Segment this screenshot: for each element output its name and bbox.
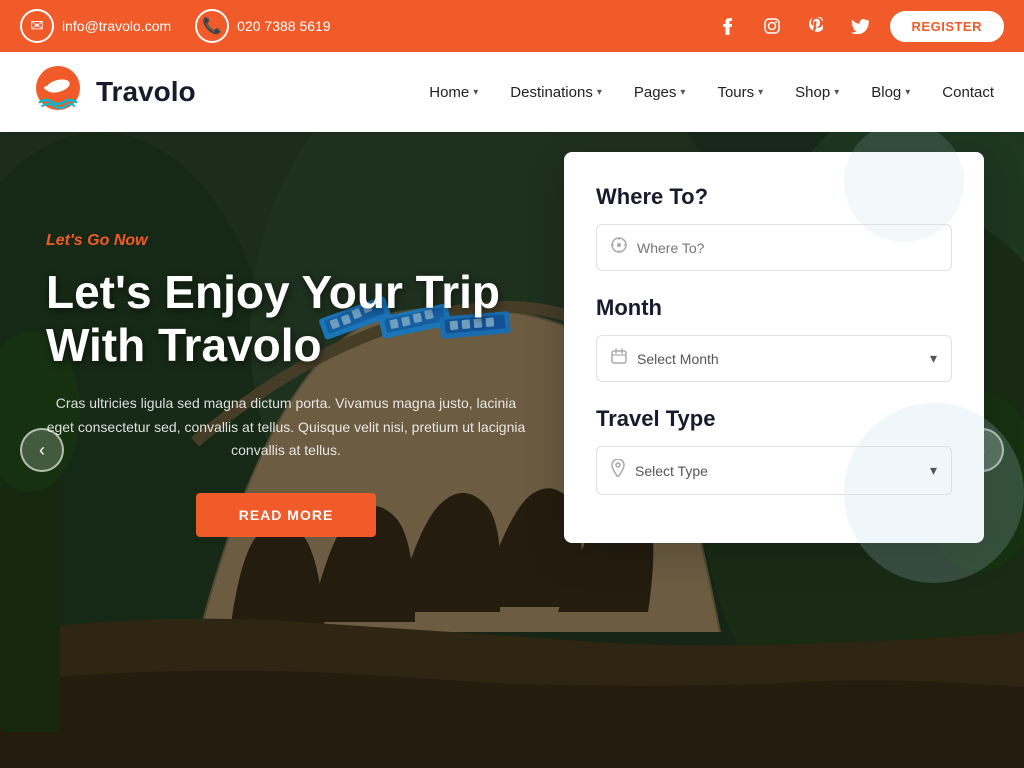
travel-type-select[interactable]: Select Type ▾	[596, 446, 952, 495]
chevron-down-icon: ▾	[597, 87, 602, 98]
read-more-button[interactable]: READ MORE	[196, 493, 376, 537]
twitter-icon[interactable]	[846, 12, 874, 40]
facebook-icon[interactable]	[714, 12, 742, 40]
nav-item-blog[interactable]: Blog ▾	[871, 84, 910, 101]
email-text: info@travolo.com	[62, 18, 171, 34]
where-to-section: Where To?	[596, 184, 952, 271]
nav-item-contact[interactable]: Contact	[942, 84, 994, 101]
register-button[interactable]: REGISTER	[890, 11, 1004, 42]
nav-item-tours[interactable]: Tours ▾	[717, 84, 763, 101]
top-bar-right: REGISTER	[714, 11, 1004, 42]
travel-type-select-text: Select Type	[635, 463, 920, 479]
nav-item-destinations[interactable]: Destinations ▾	[510, 84, 602, 101]
nav-menu: Home ▾ Destinations ▾ Pages ▾ Tours ▾ Sh…	[429, 84, 994, 101]
logo-text: Travolo	[96, 76, 196, 108]
where-to-input[interactable]	[637, 240, 937, 256]
month-section: Month Select Month ▾	[596, 295, 952, 382]
hero-description: Cras ultricies ligula sed magna dictum p…	[46, 392, 526, 463]
pin-icon	[611, 459, 625, 482]
chevron-down-icon: ▾	[473, 87, 478, 98]
search-panel: Where To? Month	[564, 152, 984, 543]
chevron-down-icon: ▾	[834, 87, 839, 98]
phone-text: 020 7388 5619	[237, 18, 330, 34]
month-select[interactable]: Select Month ▾	[596, 335, 952, 382]
logo-icon	[30, 64, 86, 120]
month-label: Month	[596, 295, 952, 321]
hero-content: Let's Go Now Let's Enjoy Your Trip With …	[46, 232, 526, 537]
chevron-down-icon: ▾	[758, 87, 763, 98]
email-icon: ✉	[20, 9, 54, 43]
month-select-text: Select Month	[637, 351, 920, 367]
chevron-down-icon: ▾	[680, 87, 685, 98]
hero-tagline: Let's Go Now	[46, 232, 526, 250]
instagram-icon[interactable]	[758, 12, 786, 40]
hero-title: Let's Enjoy Your Trip With Travolo	[46, 266, 526, 372]
phone-icon: 📞	[195, 9, 229, 43]
chevron-down-icon: ▾	[905, 87, 910, 98]
nav-item-shop[interactable]: Shop ▾	[795, 84, 839, 101]
where-to-label: Where To?	[596, 184, 952, 210]
nav-item-pages[interactable]: Pages ▾	[634, 84, 686, 101]
nav-item-home[interactable]: Home ▾	[429, 84, 478, 101]
travel-type-section: Travel Type Select Type ▾	[596, 406, 952, 495]
email-contact: ✉ info@travolo.com	[20, 9, 171, 43]
where-to-input-wrapper[interactable]	[596, 224, 952, 271]
compass-icon	[611, 237, 627, 258]
top-bar-left: ✉ info@travolo.com 📞 020 7388 5619	[20, 9, 331, 43]
travel-type-label: Travel Type	[596, 406, 952, 432]
chevron-down-icon: ▾	[930, 462, 937, 479]
nav-bar: Travolo Home ▾ Destinations ▾ Pages ▾ To…	[0, 52, 1024, 132]
top-bar: ✉ info@travolo.com 📞 020 7388 5619	[0, 0, 1024, 52]
hero-section: ‹ › Let's Go Now Let's Enjoy Your Trip W…	[0, 132, 1024, 768]
logo[interactable]: Travolo	[30, 64, 196, 120]
calendar-icon	[611, 348, 627, 369]
pinterest-icon[interactable]	[802, 12, 830, 40]
chevron-down-icon: ▾	[930, 350, 937, 367]
phone-contact: 📞 020 7388 5619	[195, 9, 330, 43]
